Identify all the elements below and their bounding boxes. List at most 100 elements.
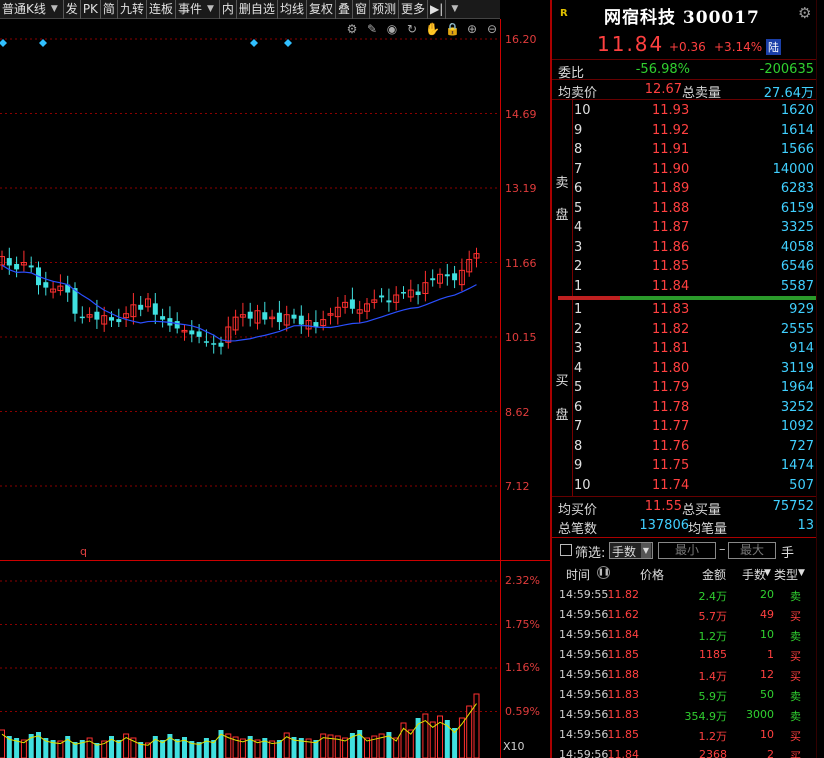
toolbar-lianban-button[interactable]: 连板 — [147, 0, 176, 19]
toolbar-adjust-button[interactable]: 复权 — [307, 0, 336, 19]
bid-level-row[interactable]: 5 11.79 1964 — [574, 378, 816, 397]
level-index: 6 — [574, 181, 583, 196]
price-change-pct: +3.14% — [714, 40, 763, 54]
tick-type: 买 — [790, 750, 801, 758]
play-icon[interactable]: ▶| — [428, 0, 447, 19]
toolbar-remove-watchlist-button[interactable]: 删自选 — [237, 0, 278, 19]
toolbar-forecast-button[interactable]: 预测 — [370, 0, 400, 19]
col-type[interactable]: 类型 — [774, 566, 798, 583]
candle-body — [452, 273, 458, 281]
buy-book: 买 盘 1 11.83 929 2 11.82 2555 3 11.81 914 4 11.80 31… — [552, 300, 816, 496]
kline-type-label: 普通K线 — [2, 1, 46, 16]
bid-level-row[interactable]: 4 11.80 3119 — [574, 359, 816, 378]
bid-level-row[interactable]: 6 11.78 3252 — [574, 398, 816, 417]
kline-type-selector[interactable]: 普通K线 ▼ — [0, 0, 64, 19]
pause-icon[interactable]: ❚❚ — [597, 566, 610, 579]
volume-scale-label: X10 — [503, 740, 525, 753]
ask-level-row[interactable]: 9 11.92 1614 — [574, 121, 816, 140]
gear-icon[interactable]: ⚙ — [798, 4, 811, 22]
candle-body — [116, 319, 122, 323]
weibi-pct: -56.98% — [635, 62, 690, 77]
filter-min-input[interactable]: 最小 — [658, 542, 716, 559]
event-marker[interactable]: q — [80, 545, 87, 558]
candle-body — [138, 304, 144, 310]
tick-row[interactable]: 14:59:56 11.84 1.2万 10 卖 — [552, 624, 816, 644]
tick-row[interactable]: 14:59:56 11.83 354.9万 3000 卖 — [552, 704, 816, 724]
volume-chart[interactable] — [0, 561, 500, 758]
ask-level-row[interactable]: 7 11.90 14000 — [574, 160, 816, 179]
candle-body — [276, 312, 282, 323]
level-price: 11.74 — [652, 477, 690, 493]
tick-price: 11.62 — [607, 608, 640, 621]
ask-level-row[interactable]: 6 11.89 6283 — [574, 179, 816, 198]
bid-level-row[interactable]: 1 11.83 929 — [574, 300, 816, 319]
toolbar-ma-button[interactable]: 均线 — [278, 0, 307, 19]
toolbar-nei-button[interactable]: 内 — [220, 0, 237, 19]
level-quantity: 1620 — [780, 103, 814, 118]
tick-time: 14:59:56 — [559, 628, 609, 641]
ask-level-row[interactable]: 4 11.87 3325 — [574, 218, 816, 237]
toolbar-more-button[interactable]: 更多 — [399, 0, 429, 19]
ask-level-row[interactable]: 3 11.86 4058 — [574, 238, 816, 257]
kline-chart[interactable] — [0, 19, 500, 560]
toolbar-fa-button[interactable]: 发 — [64, 0, 81, 19]
filter-max-input[interactable]: 最大 — [728, 542, 776, 559]
candle-body — [430, 278, 436, 281]
tick-row[interactable]: 14:59:56 11.84 2368 2 买 — [552, 744, 816, 758]
toolbar-overlay-button[interactable]: 叠 — [336, 0, 353, 19]
price-axis: 16.20 14.69 13.19 11.66 10.15 8.62 7.12 — [500, 19, 550, 560]
candle-body — [203, 341, 209, 343]
level-price: 11.77 — [652, 419, 690, 434]
level-price: 11.84 — [652, 278, 690, 294]
candle-body — [79, 316, 85, 319]
bid-level-row[interactable]: 2 11.82 2555 — [574, 320, 816, 339]
avg-sell-price: 12.67 — [644, 82, 682, 97]
filter-unit-select[interactable]: 手数 ▼ — [609, 542, 653, 559]
bid-level-row[interactable]: 7 11.77 1092 — [574, 417, 816, 436]
level-index: 9 — [574, 122, 583, 138]
tick-time: 14:59:55 — [559, 588, 609, 601]
toolbar-jian-button[interactable]: 简 — [101, 0, 118, 19]
weibi-row: 委比 -56.98% -200635 — [552, 60, 816, 81]
candle-body — [401, 292, 406, 294]
chevron-down-icon[interactable]: ▼ — [446, 0, 463, 19]
tick-row[interactable]: 14:59:55 11.82 2.4万 20 卖 — [552, 584, 816, 604]
ask-level-row[interactable]: 1 11.84 5587 — [574, 277, 816, 296]
tick-row[interactable]: 14:59:56 11.62 5.7万 49 买 — [552, 604, 816, 624]
avg-sell-row: 均卖价 12.67 总卖量 27.64万 — [552, 80, 816, 101]
sort-down-icon[interactable]: ▼ — [764, 568, 771, 578]
bid-level-row[interactable]: 3 11.81 914 — [574, 339, 816, 358]
ask-level-row[interactable]: 2 11.85 6546 — [574, 257, 816, 276]
r-badge: R — [560, 8, 568, 19]
col-volume[interactable]: 手数 — [742, 566, 766, 583]
tick-row[interactable]: 14:59:56 11.85 1185 1 买 — [552, 644, 816, 664]
tick-row[interactable]: 14:59:56 11.83 5.9万 50 卖 — [552, 684, 816, 704]
tick-row[interactable]: 14:59:56 11.85 1.2万 10 买 — [552, 724, 816, 744]
level-price: 11.91 — [652, 142, 690, 157]
filter-checkbox[interactable] — [560, 544, 572, 556]
tick-row[interactable]: 14:59:56 11.88 1.4万 12 买 — [552, 664, 816, 684]
toolbar-pk-button[interactable]: PK — [81, 0, 101, 19]
bid-level-row[interactable]: 8 11.76 727 — [574, 437, 816, 456]
toolbar-jiuzhuan-button[interactable]: 九转 — [118, 0, 147, 19]
ask-level-row[interactable]: 10 11.93 1620 — [574, 101, 816, 120]
buy-label-1: 买 — [555, 374, 569, 389]
buy-label-2: 盘 — [555, 408, 569, 423]
sell-label-1: 卖 — [555, 176, 569, 191]
candle-body — [6, 258, 12, 266]
level-quantity: 1092 — [780, 419, 814, 434]
ask-level-row[interactable]: 5 11.88 6159 — [574, 199, 816, 218]
bid-level-row[interactable]: 10 11.74 507 — [574, 476, 816, 495]
chevron-down-icon[interactable]: ▼ — [798, 568, 805, 578]
ask-level-row[interactable]: 8 11.91 1566 — [574, 140, 816, 159]
toolbar-event-label: 事件 — [177, 1, 202, 16]
weibi-value: -200635 — [759, 62, 814, 77]
price-tick-label: 8.62 — [505, 405, 530, 419]
toolbar-window-button[interactable]: 窗 — [353, 0, 370, 19]
toolbar-event-button[interactable]: 事件 ▼ — [176, 0, 220, 19]
bid-level-row[interactable]: 9 11.75 1474 — [574, 456, 816, 475]
avg-buy-row: 均买价 11.55 总买量 75752 — [552, 497, 816, 518]
level-quantity: 4058 — [780, 239, 814, 255]
tick-price: 11.84 — [607, 748, 640, 758]
filter-dash: – — [719, 542, 726, 557]
